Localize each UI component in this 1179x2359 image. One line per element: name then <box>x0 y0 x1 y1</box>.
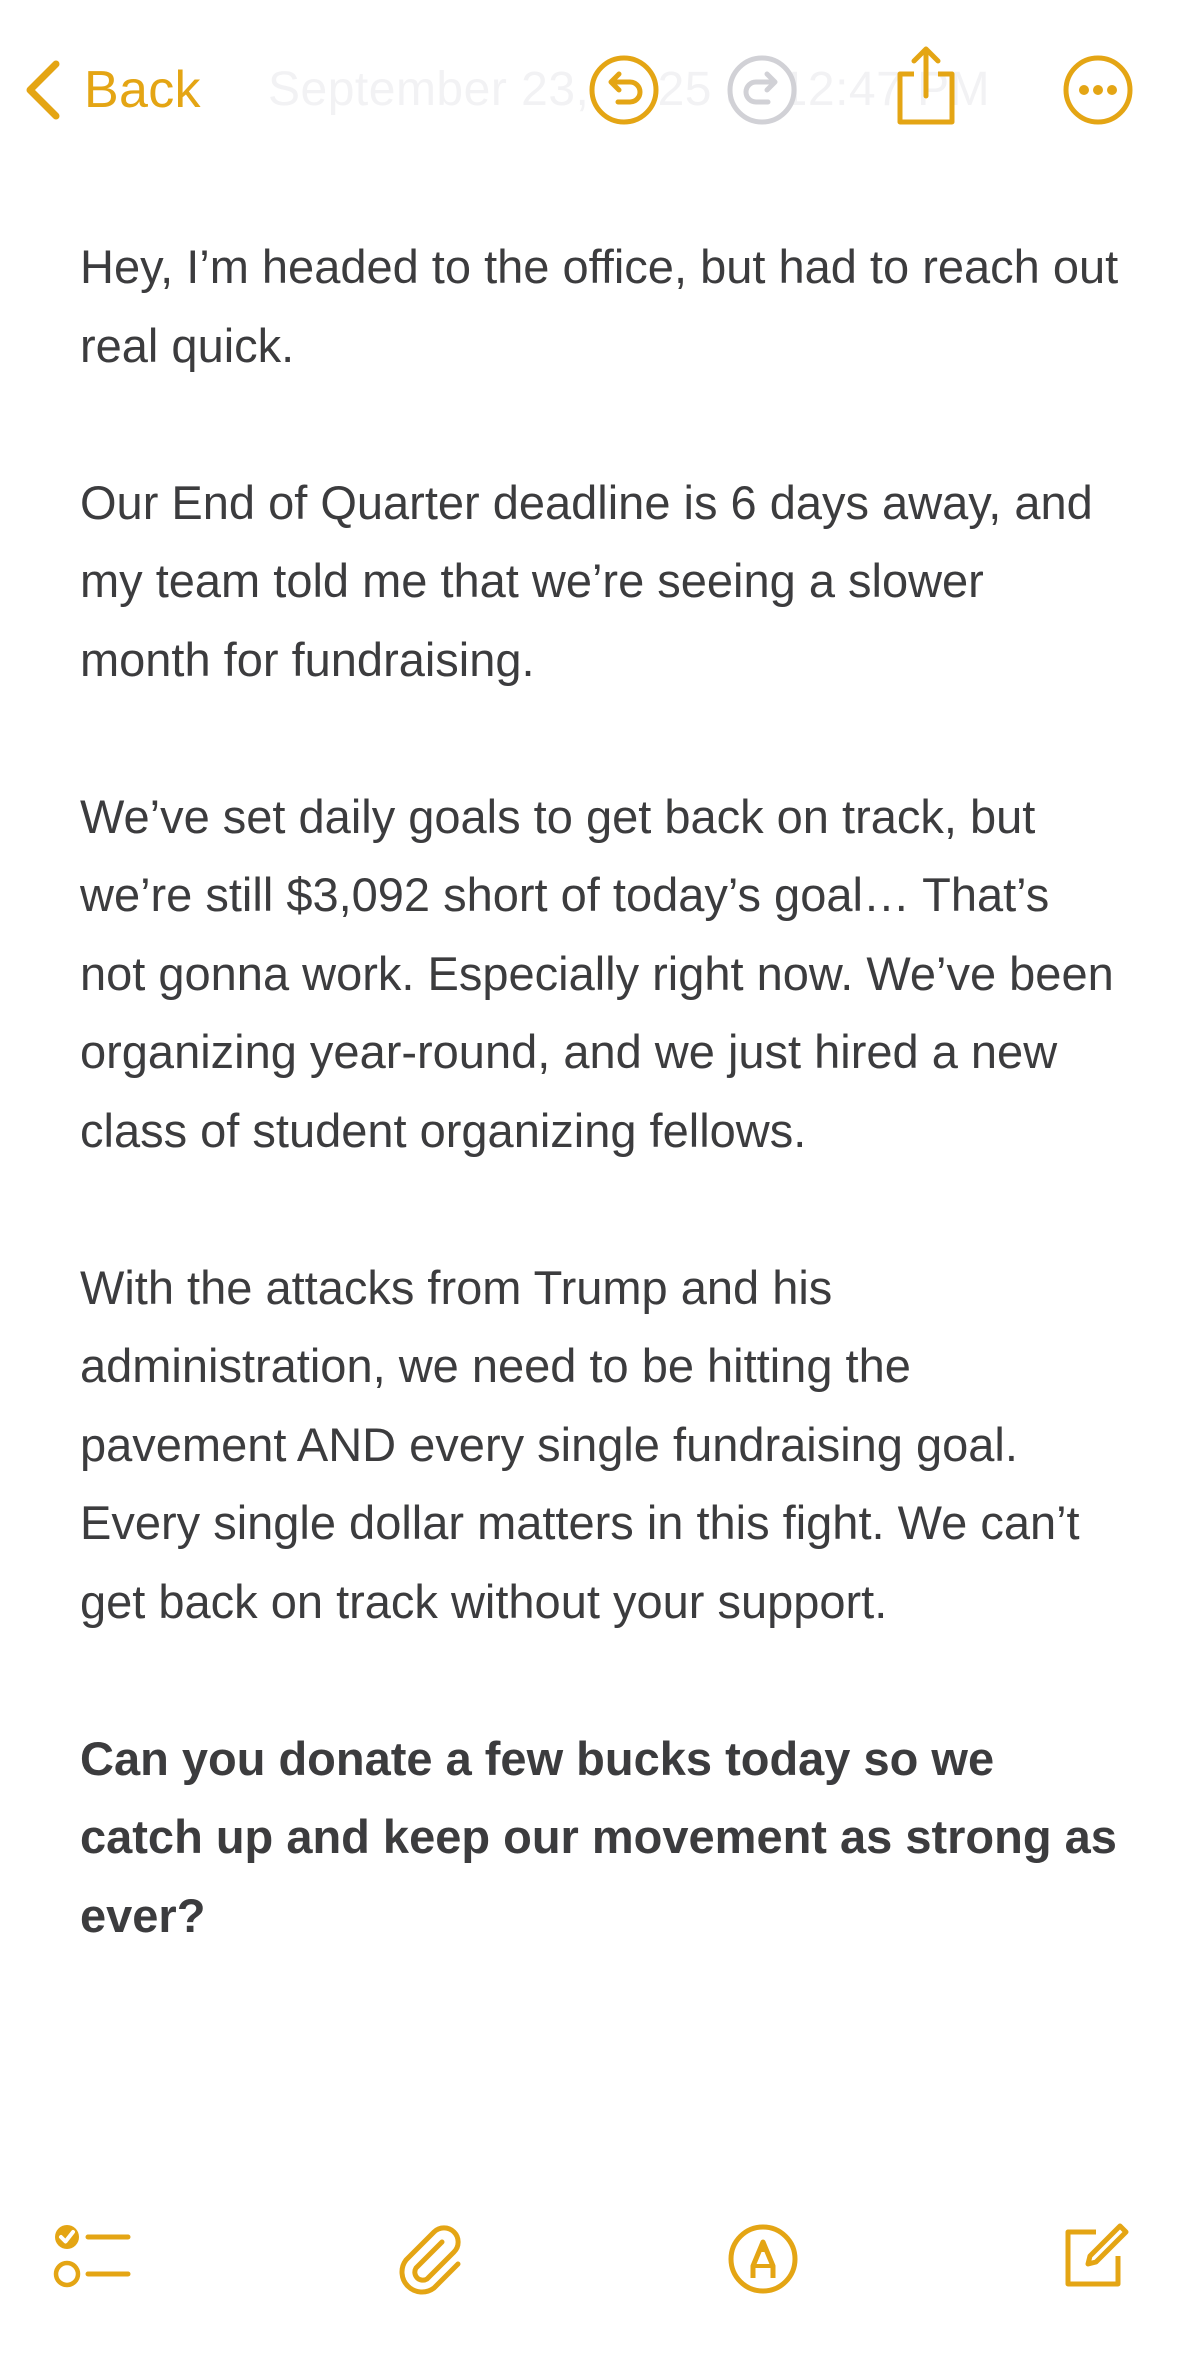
undo-icon[interactable] <box>588 52 660 128</box>
donation-ask: Can you donate a few bucks today so we c… <box>80 1731 1117 1942</box>
back-button[interactable]: Back <box>22 52 201 128</box>
share-icon[interactable] <box>894 44 958 128</box>
note-paragraph: With the attacks from Trump and his admi… <box>80 1260 1080 1628</box>
more-icon[interactable] <box>1062 52 1134 128</box>
markup-icon[interactable] <box>726 2222 800 2296</box>
note-paragraph: Hey, I’m headed to the office, but had t… <box>80 240 1119 372</box>
redo-icon[interactable] <box>726 52 798 128</box>
compose-icon[interactable] <box>1060 2220 1130 2292</box>
bottom-toolbar <box>0 2200 1179 2310</box>
attachment-icon[interactable] <box>394 2222 470 2298</box>
note-paragraph: Our End of Quarter deadline is 6 days aw… <box>80 475 1093 686</box>
chevron-left-icon <box>26 60 60 120</box>
checklist-icon[interactable] <box>52 2222 132 2292</box>
note-body[interactable]: Hey, I’m headed to the office, but had t… <box>80 228 1120 1955</box>
back-label: Back <box>84 61 201 119</box>
top-toolbar: Back September 23, 2025 at 12:47 PM <box>0 0 1179 190</box>
note-paragraph: We’ve set daily goals to get back on tra… <box>80 789 1114 1157</box>
